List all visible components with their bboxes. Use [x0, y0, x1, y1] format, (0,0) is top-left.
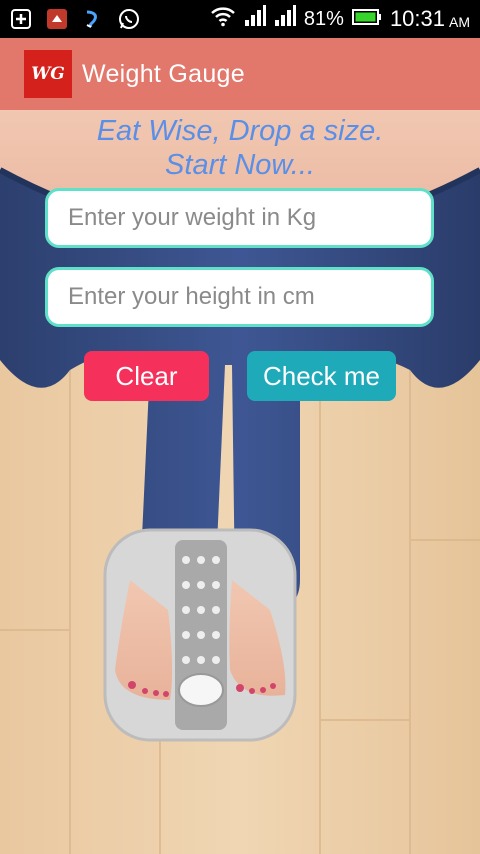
- clock-ampm: AM: [449, 14, 470, 30]
- clear-button[interactable]: Clear: [84, 351, 209, 401]
- app-logo: WG: [24, 50, 72, 98]
- battery-percent: 81%: [303, 7, 344, 30]
- slogan: Eat Wise, Drop a size. Start Now...: [0, 114, 480, 182]
- height-input-placeholder: Enter your height in cm: [68, 283, 315, 310]
- notification-icons: [10, 8, 140, 30]
- battery-icon: [351, 8, 382, 31]
- whatsapp-icon: [118, 8, 140, 30]
- app-notification-icon: [46, 8, 68, 30]
- height-input[interactable]: Enter your height in cm: [45, 267, 434, 327]
- weight-input[interactable]: Enter your weight in Kg: [45, 188, 434, 248]
- add-notification-icon: [10, 8, 32, 30]
- signal-icon: [244, 5, 266, 33]
- wifi-icon: [210, 5, 236, 33]
- signal-icon-2: [274, 5, 296, 33]
- sync-notification-icon: [82, 8, 104, 30]
- app-logo-text: WG: [31, 64, 65, 84]
- app-bar: WG Weight Gauge: [0, 38, 480, 110]
- app-title: Weight Gauge: [82, 59, 245, 88]
- slogan-line-1: Eat Wise, Drop a size.: [96, 115, 384, 147]
- status-bar: 81% 10:31 AM: [0, 0, 480, 38]
- clock-time: 10:31: [389, 6, 445, 31]
- system-icons: 81% 10:31 AM: [210, 5, 470, 33]
- slogan-line-2: Start Now...: [165, 149, 315, 181]
- check-me-button[interactable]: Check me: [247, 351, 396, 401]
- weight-input-placeholder: Enter your weight in Kg: [68, 204, 317, 231]
